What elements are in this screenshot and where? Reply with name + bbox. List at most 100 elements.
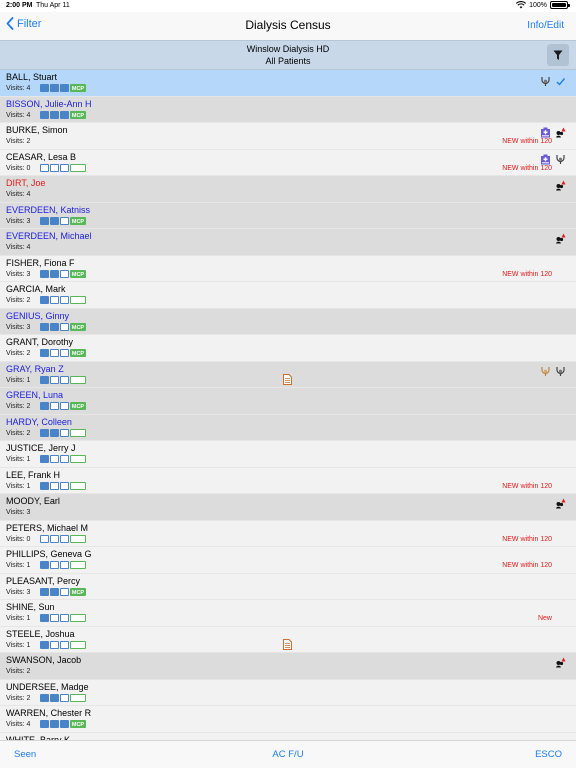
visit-count: Visits: 2 [6,297,31,304]
document-icon[interactable] [283,372,292,385]
visit-box-filled [40,402,49,410]
patient-name: BISSON, Julie-Ann H [6,98,92,109]
patient-name: SWANSON, Jacob [6,655,82,665]
mcp-badge: MCP [70,216,86,225]
patient-row[interactable]: PLEASANT, Percy Visits: 3 MCP [0,573,576,600]
patient-list[interactable]: BALL, Stuart Visits: 4 MCP BISSON, Julie-An… [0,70,576,740]
patient-row[interactable]: GREEN, Luna Visits: 2 MCP [0,388,576,415]
visit-boxes [40,481,86,490]
patient-row[interactable]: FISHER, Fiona F Visits: 3 MCP NEW within 12… [0,255,576,282]
visit-box-empty [60,402,69,410]
document-icon[interactable] [283,637,292,650]
patient-row[interactable]: JUSTICE, Jerry J Visits: 1 [0,441,576,468]
ac-fu-button[interactable]: AC F/U [0,749,576,760]
patient-row[interactable]: STEELE, Joshua Visits: 1 [0,626,576,653]
visit-boxes [40,640,86,649]
navigation-bar: Filter Dialysis Census Info/Edit [0,12,576,40]
new-patient-note: New [537,615,552,622]
visit-box-empty [60,216,69,225]
mcp-box-empty [70,375,86,384]
visit-count: Visits: 1 [6,456,31,463]
visit-box-filled [40,84,49,92]
alert-person-icon [555,178,566,191]
visit-box-filled [50,720,59,728]
visit-count: Visits: 3 [6,217,31,225]
patient-row[interactable]: CEASAR, Lesa B Visits: 0 NEW within 120 [0,149,576,176]
patient-row[interactable]: HARDY, Colleen Visits: 2 [0,414,576,441]
visit-count: Visits: 2 [6,350,31,357]
patient-status-icons [540,364,566,376]
visit-boxes: MCP [40,322,86,331]
patient-name: GRAY, Ryan Z [6,363,64,374]
visit-box-filled [50,269,59,278]
visit-count: Visits: 1 [6,376,31,384]
visit-box-empty [60,296,69,304]
battery-percent: 100% [529,1,547,9]
visit-box-filled [40,561,49,569]
visit-box-empty [60,534,69,543]
filter-button[interactable] [547,44,569,66]
visit-box-empty [50,349,59,357]
esco-button[interactable]: ESCO [535,749,562,760]
patient-row[interactable]: BALL, Stuart Visits: 4 MCP [0,70,576,97]
mcp-badge: MCP [70,587,86,596]
patient-row[interactable]: LEE, Frank H Visits: 1 NEW within 120 [0,467,576,494]
visit-count: Visits: 4 [6,721,31,728]
new-patient-note: NEW within 120 [502,138,552,145]
stethoscope-icon [540,74,551,86]
visit-box-filled [40,614,49,622]
patient-row[interactable]: DIRT, Joe Visits: 4 [0,176,576,203]
visit-box-empty [50,402,59,410]
visit-box-filled [50,84,59,92]
visit-boxes [40,428,86,437]
visit-count: Visits: 3 [6,509,31,516]
visit-box-empty [50,561,59,569]
visit-count: Visits: 0 [6,164,31,172]
patient-row[interactable]: WHITE, Barry K [0,732,576,740]
visit-box-filled [40,216,49,225]
patient-row[interactable]: SHINE, Sun Visits: 1 New [0,600,576,627]
patient-row[interactable]: SWANSON, Jacob Visits: 2 [0,653,576,680]
mcp-badge: MCP [70,720,86,728]
mcp-box-empty [70,296,86,304]
visit-boxes [40,534,86,543]
patient-row[interactable]: EVERDEEN, Michael Visits: 4 [0,229,576,256]
visit-box-empty [60,640,69,649]
visit-boxes: MCP [40,269,86,278]
patient-row[interactable]: GRAY, Ryan Z Visits: 1 [0,361,576,388]
visit-box-filled [50,693,59,702]
patient-row[interactable]: PHILLIPS, Geneva G Visits: 1 NEW within 12… [0,547,576,574]
visit-boxes: MCP [40,402,86,410]
patient-row[interactable]: BISSON, Julie-Ann H Visits: 4 MCP [0,96,576,123]
stethoscope-gold-icon [540,364,551,376]
patient-row[interactable]: WARREN, Chester R Visits: 4 MCP [0,706,576,733]
wifi-icon [516,1,527,9]
visit-count: Visits: 1 [6,562,31,569]
patient-status-icons [540,125,566,138]
patient-name: SHINE, Sun [6,602,55,612]
patient-name: EVERDEEN, Katniss [6,204,91,215]
patient-row[interactable]: GENIUS, Ginny Visits: 3 MCP [0,308,576,335]
patient-row[interactable]: MOODY, Earl Visits: 3 [0,494,576,521]
patient-row[interactable]: BURKE, Simon Visits: 2 NEW within 120 [0,123,576,150]
visit-box-empty [50,163,59,172]
patient-row[interactable]: GARCIA, Mark Visits: 2 [0,282,576,309]
patient-status-icons [540,74,566,86]
visit-count: Visits: 3 [6,323,31,331]
patient-row[interactable]: PETERS, Michael M Visits: 0 NEW within 120 [0,520,576,547]
checkmark-icon [555,74,566,86]
patient-row[interactable]: GRANT, Dorothy Visits: 2 MCP [0,335,576,362]
visit-boxes [40,693,86,702]
mcp-box-empty [70,455,86,463]
visit-count: Visits: 2 [6,138,31,145]
info-edit-button[interactable]: Info/Edit [527,20,564,31]
visit-box-empty [50,640,59,649]
patient-row[interactable]: UNDERSEE, Madge Visits: 2 [0,679,576,706]
alert-person-icon [555,125,566,138]
mcp-box-empty [70,693,86,702]
visit-count: Visits: 1 [6,482,31,490]
visit-boxes: MCP [40,110,86,119]
visit-box-empty [50,296,59,304]
patient-row[interactable]: EVERDEEN, Katniss Visits: 3 MCP [0,202,576,229]
patient-name: FISHER, Fiona F [6,257,75,268]
